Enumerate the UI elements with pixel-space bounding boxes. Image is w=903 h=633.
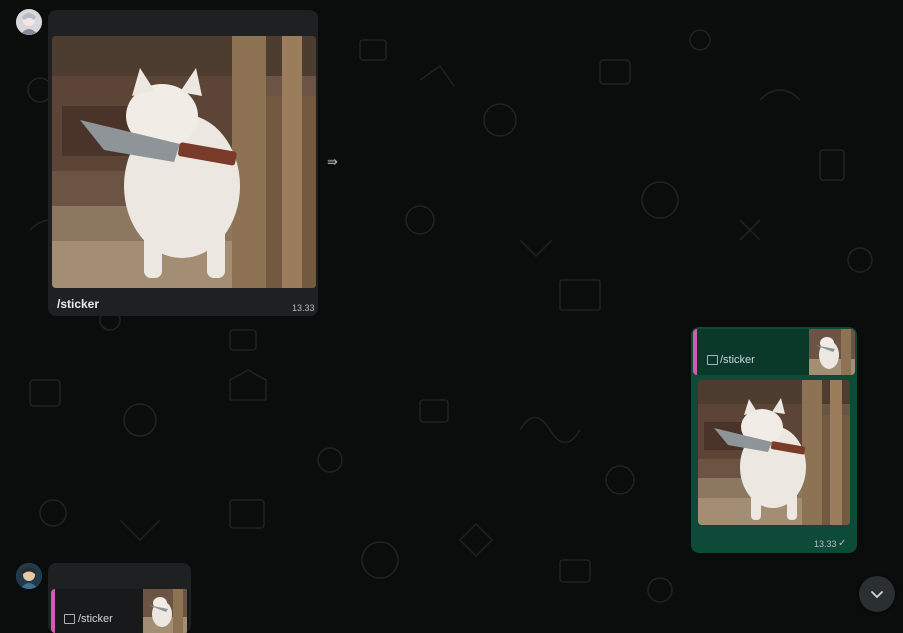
outgoing-reply-message[interactable]: /sticker 13.33 ✓ [691, 327, 857, 553]
cat-with-knife-photo[interactable] [698, 380, 850, 525]
quoted-text: /sticker [720, 354, 755, 366]
read-check-icon: ✓ [838, 538, 847, 549]
image-icon [707, 355, 718, 365]
forward-icon[interactable]: ⇛ [327, 154, 338, 170]
incoming-reply-message[interactable]: /sticker [48, 563, 191, 633]
message-caption: /sticker [57, 297, 100, 311]
image-icon [64, 614, 75, 624]
quoted-thumbnail [809, 329, 855, 375]
sender-avatar[interactable] [16, 563, 42, 589]
scroll-to-bottom-button[interactable] [859, 576, 895, 612]
cat-with-knife-photo[interactable] [52, 36, 316, 288]
message-timestamp: 13.33 [814, 539, 837, 549]
quote-accent-bar [693, 329, 697, 375]
quoted-message[interactable]: /sticker [51, 589, 189, 633]
incoming-photo-message[interactable]: /sticker 13.33 [48, 10, 318, 316]
sender-avatar[interactable] [16, 9, 42, 35]
quoted-message[interactable]: /sticker [693, 329, 855, 375]
chevron-down-icon [871, 591, 883, 599]
quoted-thumbnail [143, 589, 187, 633]
message-timestamp: 13.33 [292, 303, 315, 313]
quoted-text: /sticker [78, 613, 113, 625]
quote-accent-bar [51, 589, 55, 633]
